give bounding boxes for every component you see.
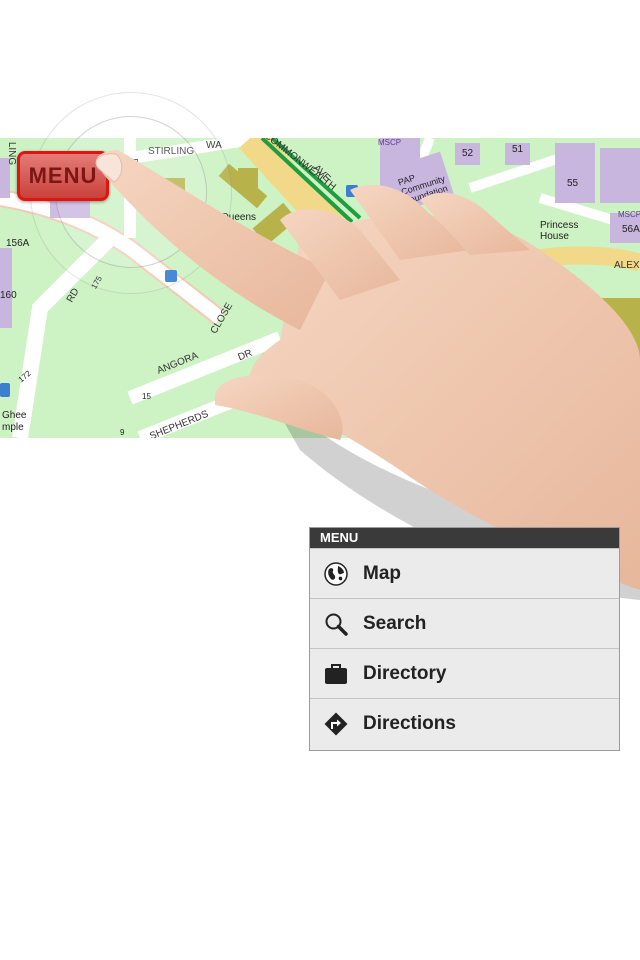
block-number: 51 <box>512 144 524 155</box>
menu-panel: MENU Map Search Directory Directions <box>309 527 620 751</box>
menu-item-map[interactable]: Map <box>310 548 619 598</box>
road-label-alex: ALEX <box>614 260 640 271</box>
block-number: 55 <box>567 178 579 189</box>
block-number: 156A <box>6 238 30 249</box>
block-number: 160 <box>0 290 17 301</box>
briefcase-icon <box>325 664 347 684</box>
road-label-ling: LING <box>6 141 18 166</box>
block-number: 56A <box>622 224 640 235</box>
menu-item-label: Directory <box>363 662 447 684</box>
menu-button[interactable]: MENU <box>17 151 109 201</box>
block-number: 3 <box>262 352 267 361</box>
place-label-mscp-1: MSCP <box>378 138 402 147</box>
place-label-princess-house: Princess House <box>540 220 579 242</box>
place-label-mscp-2: MSCP <box>618 210 640 219</box>
menu-item-directions[interactable]: Directions <box>310 698 619 748</box>
menu-item-search[interactable]: Search <box>310 598 619 648</box>
block-number: 15 <box>142 392 151 401</box>
menu-item-directory[interactable]: Directory <box>310 648 619 698</box>
menu-header: MENU <box>310 528 619 548</box>
place-label-ghee: Ghee <box>2 410 27 421</box>
search-icon <box>325 613 348 636</box>
menu-button-label: MENU <box>28 163 98 188</box>
globe-icon <box>324 562 348 586</box>
directions-sign-icon <box>324 712 348 736</box>
menu-item-label: Search <box>363 612 427 634</box>
block-number: 52 <box>462 148 474 159</box>
menu-item-label: Directions <box>363 712 456 734</box>
menu-item-label: Map <box>363 562 401 584</box>
place-label-mple: mple <box>2 422 24 433</box>
block-number: 9 <box>120 428 125 437</box>
